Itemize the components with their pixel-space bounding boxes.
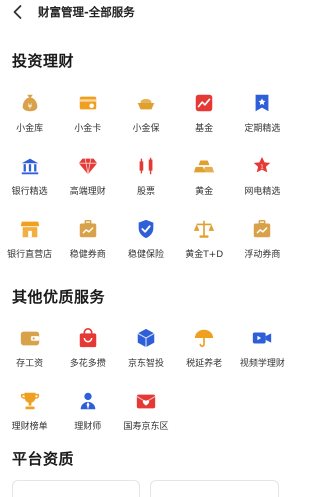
briefcase-chart-icon	[77, 218, 99, 240]
storefront-icon	[19, 218, 41, 240]
wallet-icon	[19, 327, 41, 349]
service-item-label: 小金卡	[74, 124, 102, 134]
service-item[interactable]: 定期精选	[235, 92, 289, 152]
gold-bars-icon	[193, 155, 215, 177]
candlestick-icon	[135, 155, 157, 177]
service-item-label: 稳健券商	[69, 250, 106, 260]
service-item-label: 稳健保险	[127, 250, 164, 260]
service-item-label: 股票	[136, 187, 155, 197]
shield-check-icon	[135, 218, 157, 240]
back-arrow-icon[interactable]	[8, 2, 28, 22]
service-item-label: 浮动券商	[244, 250, 281, 260]
section-title-other: 其他优质服务	[12, 288, 106, 306]
service-item[interactable]: 股票	[119, 155, 173, 215]
svg-text:1: 1	[261, 164, 265, 170]
section-title-platform: 平台资质	[12, 450, 75, 468]
top-bar: 财富管理-全部服务	[0, 0, 291, 26]
service-item-label: 存工资	[16, 359, 44, 369]
cube-icon	[135, 327, 157, 349]
bookmark-star-icon	[251, 92, 273, 114]
service-item-label: 京东智投	[127, 359, 164, 369]
star-badge-icon: 1	[251, 155, 273, 177]
service-item[interactable]: 浮动券商	[235, 218, 289, 278]
section-title-invest: 投资理财	[12, 52, 75, 70]
svg-text:¥: ¥	[27, 102, 32, 111]
service-item[interactable]: 基金	[177, 92, 231, 152]
service-item-label: 视频学理财	[239, 359, 285, 369]
service-item-label: 银行直营店	[7, 250, 53, 260]
service-item[interactable]: 稳健保险	[119, 218, 173, 278]
service-item-label: 黄金	[195, 187, 214, 197]
diamond-icon	[77, 155, 99, 177]
service-item-label: 国寿京东区	[123, 422, 169, 432]
trophy-icon	[19, 390, 41, 412]
service-item-label: 多花多攒	[69, 359, 106, 369]
service-item[interactable]: 黄金	[177, 155, 231, 215]
service-item[interactable]: 多花多攒	[61, 327, 115, 387]
service-item-label: 小金保	[132, 124, 160, 134]
money-bag-icon: ¥	[19, 92, 41, 114]
video-camera-icon	[251, 327, 273, 349]
service-item-label: 税延养老	[186, 359, 223, 369]
service-item[interactable]: 1 网电精选	[235, 155, 289, 215]
advisor-icon	[77, 390, 99, 412]
gold-ingot-icon	[135, 92, 157, 114]
service-item[interactable]: 银行精选	[3, 155, 57, 215]
service-item[interactable]: 存工资	[3, 327, 57, 387]
card-icon	[77, 92, 99, 114]
invest-grid: ¥ 小金库 小金卡 小金保 基金 定期精选银行精选 高端理财 股票 黄金 1 网电精选银行直营店 稳健…	[0, 92, 291, 272]
service-item-label: 理财榜单	[11, 422, 48, 432]
service-item[interactable]: 税延养老	[177, 327, 231, 387]
service-item[interactable]: 稳健券商	[61, 218, 115, 278]
service-item[interactable]: 黄金T+D	[177, 218, 231, 278]
service-item[interactable]: 理财师	[61, 390, 115, 450]
shopping-bag-icon	[77, 327, 99, 349]
service-item-label: 理财师	[74, 422, 102, 432]
bank-icon	[19, 155, 41, 177]
other-services-grid: 存工资 多花多攒 京东智投 税延养老 视频学理财理财榜单 理财师 国寿京东区	[0, 327, 291, 447]
envelope-heart-icon	[135, 390, 157, 412]
service-item[interactable]: 视频学理财	[235, 327, 289, 387]
service-item[interactable]: 京东智投	[119, 327, 173, 387]
service-item[interactable]: 小金卡	[61, 92, 115, 152]
service-item-label: 基金	[195, 124, 214, 134]
service-item-label: 小金库	[16, 124, 44, 134]
service-item-label: 黄金T+D	[185, 250, 224, 260]
briefcase-chart-icon	[251, 218, 273, 240]
service-item-label: 高端理财	[69, 187, 106, 197]
umbrella-icon	[193, 327, 215, 349]
service-item[interactable]: 理财榜单	[3, 390, 57, 450]
chart-icon	[193, 92, 215, 114]
scale-icon	[193, 218, 215, 240]
platform-card-1[interactable]	[12, 480, 140, 497]
service-item-label: 银行精选	[11, 187, 48, 197]
service-item-label: 定期精选	[244, 124, 281, 134]
platform-card-2[interactable]	[150, 480, 279, 497]
service-item-label: 网电精选	[244, 187, 281, 197]
service-item[interactable]: 小金保	[119, 92, 173, 152]
service-item[interactable]: 银行直营店	[3, 218, 57, 278]
service-item[interactable]: 高端理财	[61, 155, 115, 215]
service-item[interactable]: 国寿京东区	[119, 390, 173, 450]
service-item[interactable]: ¥ 小金库	[3, 92, 57, 152]
page-title: 财富管理-全部服务	[38, 5, 135, 19]
